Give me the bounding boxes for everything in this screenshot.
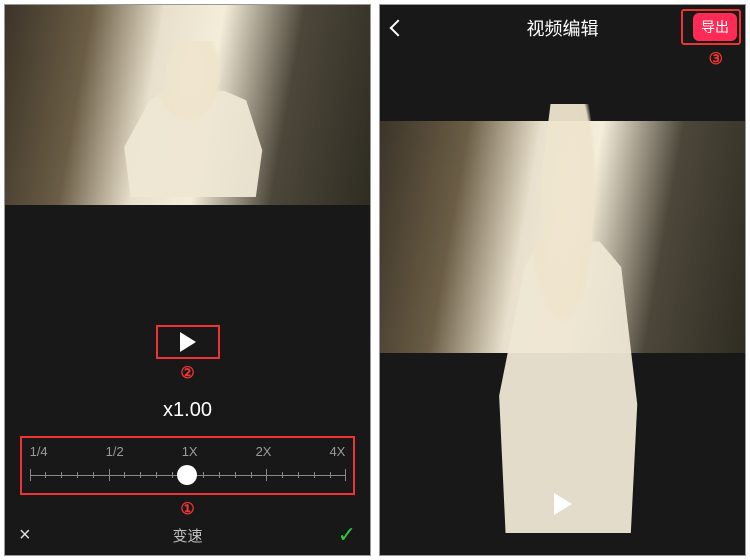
video-preview — [5, 5, 370, 205]
slider-knob[interactable] — [177, 465, 197, 485]
speed-slider[interactable]: 1/4 1/2 1X 2X 4X — [20, 436, 356, 495]
footer-title: 变速 — [172, 525, 202, 546]
tick-label: 1/2 — [106, 444, 124, 459]
video-subject-figure — [490, 104, 651, 533]
annotation-play-number: ② — [180, 363, 194, 383]
speed-footer: × 变速 ✓ — [5, 515, 370, 555]
topbar: 视频编辑 导出 — [380, 5, 745, 51]
play-icon — [180, 332, 196, 352]
play-button[interactable] — [156, 325, 220, 359]
play-button[interactable] — [554, 493, 572, 515]
cancel-button[interactable]: × — [19, 524, 31, 547]
back-button[interactable] — [390, 20, 407, 37]
video-preview — [380, 121, 745, 353]
annotation-export-number: ③ — [709, 49, 723, 69]
play-icon — [554, 493, 572, 515]
speed-tick-labels: 1/4 1/2 1X 2X 4X — [30, 444, 346, 459]
slider-track[interactable] — [30, 465, 346, 485]
speed-value-label: x1.00 — [163, 399, 212, 422]
tick-label: 1X — [182, 444, 198, 459]
export-button[interactable]: 导出 — [693, 13, 737, 41]
speed-controls: ② x1.00 1/4 1/2 1X 2X 4X — [5, 205, 370, 555]
speed-editor-screen: ② x1.00 1/4 1/2 1X 2X 4X — [4, 4, 371, 556]
page-title: 视频编辑 — [527, 15, 599, 41]
video-edit-screen: 视频编辑 导出 ③ — [379, 4, 746, 556]
tick-label: 1/4 — [30, 444, 48, 459]
tick-label: 2X — [256, 444, 272, 459]
video-subject-figure — [115, 41, 276, 197]
confirm-button[interactable]: ✓ — [338, 522, 356, 548]
tick-label: 4X — [329, 444, 345, 459]
